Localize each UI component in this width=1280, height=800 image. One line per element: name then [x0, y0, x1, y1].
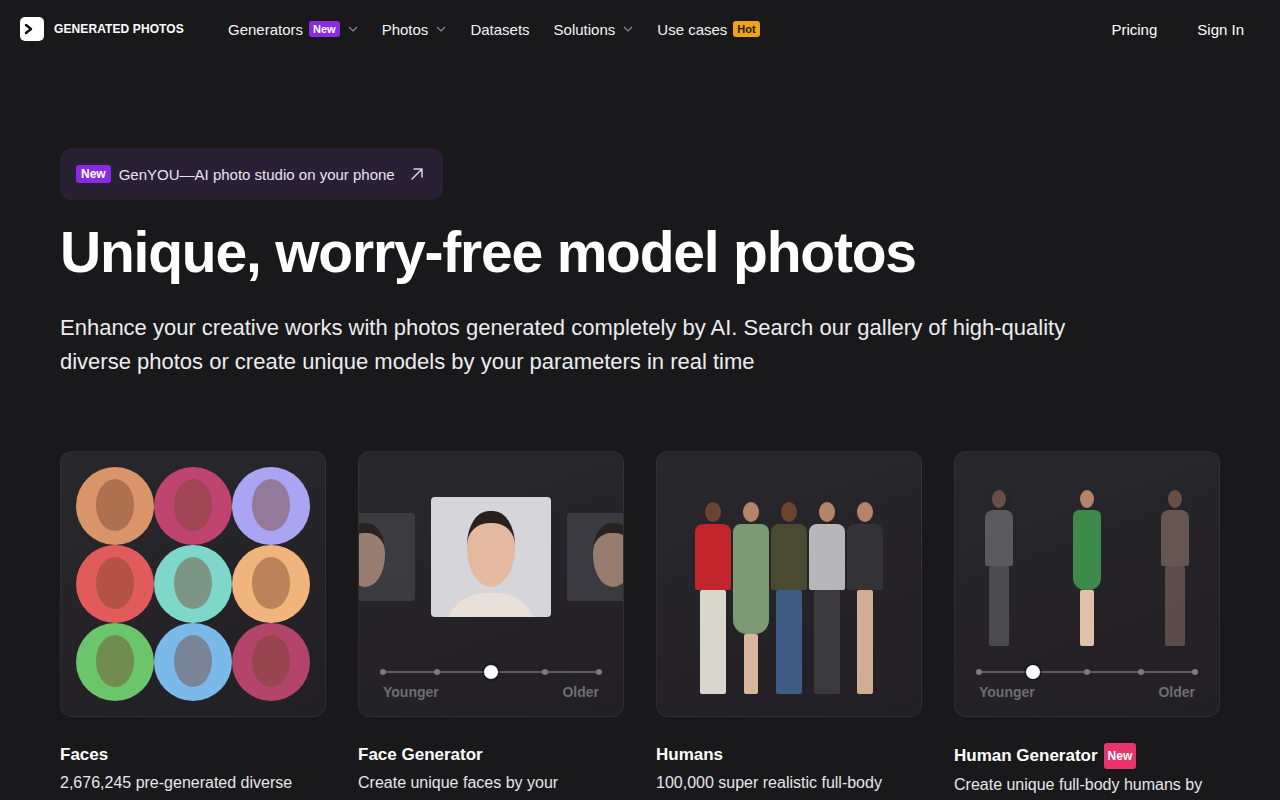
nav-badge: Hot — [733, 21, 759, 37]
card-media — [60, 451, 326, 717]
human-photo — [1161, 490, 1189, 646]
hero: New GenYOU—AI photo studio on your phone… — [0, 58, 1280, 797]
nav-label: Generators — [228, 21, 303, 38]
nav-label: Datasets — [470, 21, 529, 38]
product-card[interactable]: Younger Older Human Generator New Create… — [954, 451, 1220, 797]
face-photo — [154, 623, 232, 701]
nav-item[interactable]: Use cases Hot — [657, 21, 759, 38]
page: GENERATED PHOTOS Generators New Photos D… — [0, 0, 1280, 800]
card-description: Create unique full-body humans by — [954, 773, 1220, 797]
product-card[interactable]: Younger Older Face Generator Create uniq… — [358, 451, 624, 797]
nav-link[interactable]: Pricing — [1111, 21, 1157, 38]
nav-label: Photos — [382, 21, 429, 38]
face-photo — [232, 623, 310, 701]
new-badge: New — [1104, 743, 1137, 769]
card-description: 2,676,245 pre-generated diverse — [60, 771, 326, 795]
card-media: Younger Older — [954, 451, 1220, 717]
slider-min-label: Younger — [383, 683, 439, 701]
face-photo — [154, 467, 232, 545]
slider-min-label: Younger — [979, 683, 1035, 701]
card-description: Create unique faces by your — [358, 771, 624, 795]
nav-badge: New — [309, 21, 340, 37]
product-card[interactable]: Faces 2,676,245 pre-generated diverse — [60, 451, 326, 797]
face-photo — [232, 545, 310, 623]
card-description: 100,000 super realistic full-body — [656, 771, 922, 795]
face-photo — [232, 467, 310, 545]
slider-max-label: Older — [1158, 683, 1195, 701]
face-photo — [154, 545, 232, 623]
nav-item[interactable]: Datasets — [470, 21, 529, 38]
card-media — [656, 451, 922, 717]
nav-actions: Pricing Sign In — [1111, 21, 1244, 38]
age-slider[interactable]: Younger Older — [383, 665, 599, 701]
new-badge: New — [76, 165, 111, 183]
slider-handle[interactable] — [484, 665, 498, 679]
hero-subtitle: Enhance your creative works with photos … — [60, 311, 1090, 379]
product-card[interactable]: Humans 100,000 super realistic full-body — [656, 451, 922, 797]
nav-label: Solutions — [554, 21, 616, 38]
card-grid: Faces 2,676,245 pre-generated diverse Yo… — [60, 451, 1220, 797]
logo-icon — [20, 17, 44, 41]
face-photo — [76, 545, 154, 623]
chevron-down-icon — [436, 26, 446, 32]
face-photo — [567, 513, 624, 601]
card-title: Human Generator New — [954, 743, 1220, 769]
chevron-down-icon — [623, 26, 633, 32]
card-title: Face Generator — [358, 743, 624, 767]
nav-label: Use cases — [657, 21, 727, 38]
chevron-down-icon — [348, 26, 358, 32]
card-title: Faces — [60, 743, 326, 767]
hero-title: Unique, worry-free model photos — [60, 217, 1220, 287]
face-photo — [76, 623, 154, 701]
slider-max-label: Older — [562, 683, 599, 701]
faces-grid — [76, 467, 310, 701]
nav-item[interactable]: Solutions — [554, 21, 634, 38]
human-carousel — [985, 484, 1189, 646]
nav-link[interactable]: Sign In — [1197, 21, 1244, 38]
card-media: Younger Older — [358, 451, 624, 717]
face-carousel — [359, 497, 623, 617]
face-photo — [431, 497, 551, 617]
announcement-text: GenYOU—AI photo studio on your phone — [119, 166, 395, 183]
arrow-up-right-icon — [409, 166, 425, 182]
top-nav: GENERATED PHOTOS Generators New Photos D… — [0, 0, 1280, 58]
logo-text: GENERATED PHOTOS — [54, 22, 184, 36]
humans-photo — [695, 470, 883, 694]
face-photo — [76, 467, 154, 545]
human-photo — [1073, 490, 1101, 646]
card-title: Humans — [656, 743, 922, 767]
nav-item[interactable]: Generators New — [228, 21, 358, 38]
age-slider[interactable]: Younger Older — [979, 665, 1195, 701]
slider-handle[interactable] — [1026, 665, 1040, 679]
face-photo — [358, 513, 415, 601]
nav-menu: Generators New Photos Datasets Solutions… — [228, 21, 760, 38]
logo[interactable]: GENERATED PHOTOS — [20, 17, 228, 41]
human-photo — [985, 490, 1013, 646]
nav-item[interactable]: Photos — [382, 21, 447, 38]
announcement-pill[interactable]: New GenYOU—AI photo studio on your phone — [60, 148, 443, 200]
